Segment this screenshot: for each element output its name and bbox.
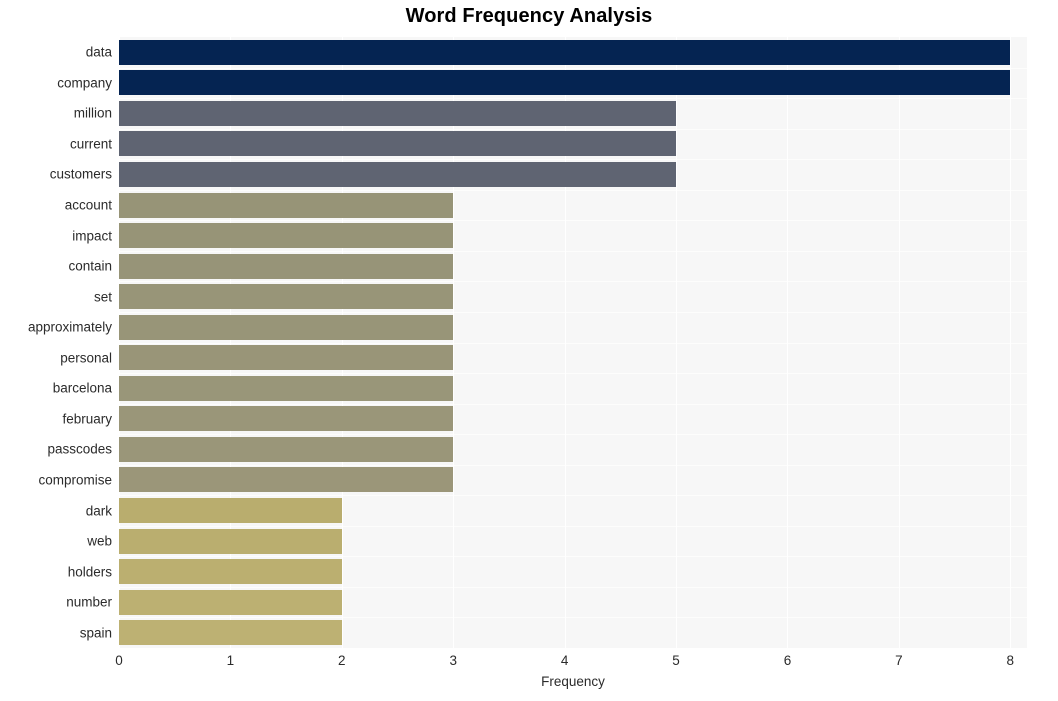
x-axis-tick-label: 8 xyxy=(1006,653,1015,668)
grid-line-horizontal xyxy=(119,159,1027,161)
y-axis-tick-label: set xyxy=(93,288,112,304)
y-axis-tick-label: passcodes xyxy=(47,441,112,457)
grid-line-vertical xyxy=(119,37,120,648)
bar xyxy=(119,131,677,157)
y-axis-tick-label: company xyxy=(57,75,112,91)
bar xyxy=(119,284,454,310)
grid-line-horizontal xyxy=(119,617,1027,619)
y-axis-tick-label: customers xyxy=(49,166,112,182)
bar xyxy=(119,161,677,187)
y-axis-tick-label: dark xyxy=(85,502,112,518)
y-axis-tick-label: contain xyxy=(68,258,112,274)
chart-title: Word Frequency Analysis xyxy=(405,5,653,27)
grid-line-horizontal xyxy=(119,250,1027,252)
grid-line-horizontal xyxy=(119,434,1027,436)
grid-line-vertical xyxy=(564,37,566,648)
grid-line-horizontal xyxy=(119,189,1027,191)
plot-area xyxy=(119,37,1027,648)
grid-line-vertical xyxy=(787,37,789,648)
bar xyxy=(119,620,342,646)
grid-line-horizontal xyxy=(119,373,1027,375)
x-axis-tick-label: 5 xyxy=(672,653,680,668)
bar xyxy=(119,223,454,249)
y-axis-tick-label: compromise xyxy=(38,472,112,488)
grid-line-vertical xyxy=(676,37,678,648)
grid-line-horizontal xyxy=(119,495,1027,497)
grid-line-vertical xyxy=(898,37,900,648)
grid-line-vertical xyxy=(230,37,232,648)
y-axis-tick-label: number xyxy=(66,594,112,610)
y-axis-tick-label: february xyxy=(62,411,112,427)
grid-line-vertical xyxy=(453,37,455,648)
grid-line-horizontal xyxy=(119,281,1027,283)
x-axis-tick-labels: 0 1 2 3 4 5 6 7 8 xyxy=(115,648,1027,672)
grid-line-horizontal xyxy=(119,586,1027,588)
y-axis-tick-label: account xyxy=(64,197,112,213)
x-axis-tick-label: 4 xyxy=(560,653,569,668)
y-axis-tick-label: current xyxy=(69,136,112,152)
bar xyxy=(119,70,1011,96)
grid-line-horizontal xyxy=(119,98,1027,100)
grid-line-horizontal xyxy=(119,556,1027,558)
grid-line-vertical xyxy=(1010,37,1012,648)
x-axis-tick-label: 2 xyxy=(338,653,346,668)
grid-line-horizontal xyxy=(119,403,1027,405)
y-axis-tick-labels: data company million current customers accoun… xyxy=(0,37,112,648)
grid-line-horizontal xyxy=(119,220,1027,222)
bar xyxy=(119,589,342,615)
grid-line-horizontal xyxy=(119,67,1027,69)
bar xyxy=(119,498,342,524)
y-axis-tick-label: holders xyxy=(67,563,112,579)
x-axis-tick-label: 6 xyxy=(783,653,792,668)
grid-line-horizontal xyxy=(119,128,1027,130)
x-axis-tick-label: 3 xyxy=(449,653,457,668)
y-axis-tick-label: impact xyxy=(72,227,112,243)
word-frequency-chart-figure: Word Frequency Analysis data company milli… xyxy=(0,0,1058,701)
x-axis-title: Frequency xyxy=(541,674,605,689)
bar xyxy=(119,528,342,554)
bar xyxy=(119,559,342,585)
bar xyxy=(119,314,454,340)
x-axis-tick-label: 0 xyxy=(115,653,123,668)
bar xyxy=(119,406,454,432)
x-axis-tick-label: 7 xyxy=(895,653,903,668)
bar xyxy=(119,467,454,493)
y-axis-tick-label: web xyxy=(87,533,112,549)
y-axis-tick-label: spain xyxy=(79,624,112,640)
y-axis-tick-label: data xyxy=(85,44,112,60)
grid-line-horizontal xyxy=(119,311,1027,313)
y-axis-tick-label: million xyxy=(73,105,112,121)
grid-line-horizontal xyxy=(119,342,1027,344)
grid-line-vertical xyxy=(341,37,343,648)
bar xyxy=(119,345,454,371)
y-axis-tick-label: approximately xyxy=(27,319,112,335)
bar xyxy=(119,375,454,401)
bar xyxy=(119,253,454,279)
bar xyxy=(119,39,1011,65)
grid-line-horizontal xyxy=(119,525,1027,527)
bar xyxy=(119,100,677,126)
y-axis-tick-label: barcelona xyxy=(52,380,112,396)
bar xyxy=(119,192,454,218)
x-axis-tick-label: 1 xyxy=(226,653,235,668)
y-axis-tick-label: personal xyxy=(60,350,112,366)
bar xyxy=(119,436,454,462)
grid-line-horizontal xyxy=(119,464,1027,466)
